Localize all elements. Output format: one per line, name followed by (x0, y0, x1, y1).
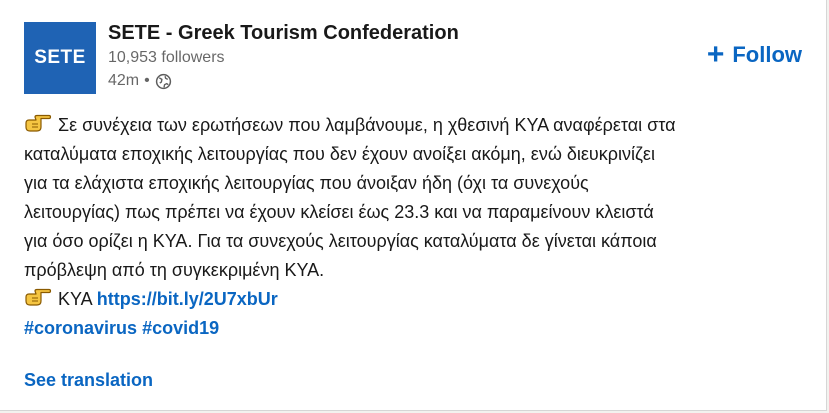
post-line: Σε συνέχεια των ερωτήσεων που λαμβάνουμε… (24, 111, 810, 140)
backhand-index-pointing-right-icon (25, 114, 52, 132)
globe-icon (155, 73, 171, 89)
post-text-line-2: καταλύματα εποχικής λειτουργίας που δεν … (24, 144, 655, 164)
meta-separator: • (144, 72, 150, 89)
post-meta: 42m • (108, 72, 172, 90)
plus-icon: + (706, 38, 725, 71)
hashtag-coronavirus[interactable]: #coronavirus (24, 318, 137, 338)
post-card: SETE SETE - Greek Tourism Confederation … (0, 0, 827, 411)
post-text-line-5: για όσο ορίζει η ΚΥΑ. Για τα συνεχούς λε… (24, 231, 657, 251)
post-text-line-1: Σε συνέχεια των ερωτήσεων που λαμβάνουμε… (58, 115, 676, 135)
company-logo[interactable]: SETE (24, 22, 96, 94)
company-name[interactable]: SETE - Greek Tourism Confederation (108, 22, 459, 45)
company-logo-text: SETE (34, 47, 86, 68)
see-translation-button[interactable]: See translation (24, 370, 153, 391)
hashtag-line: #coronavirus #covid19 (24, 314, 810, 343)
post-text-line-4: λειτουργίας) πως πρέπει να έχουν κλείσει… (24, 202, 654, 222)
post-text-line-6: πρόβλεψη από τη συγκεκριμένη ΚΥΑ. (24, 260, 325, 280)
link-prefix: ΚΥΑ (58, 289, 92, 309)
follow-label: Follow (732, 42, 802, 67)
post-text-line-3: για τα ελάχιστα εποχικής λειτουργίας που… (24, 173, 589, 193)
post-link[interactable]: https://bit.ly/2U7xbUr (97, 289, 278, 309)
post-body: Σε συνέχεια των ερωτήσεων που λαμβάνουμε… (24, 111, 810, 343)
hashtag-covid19[interactable]: #covid19 (142, 318, 219, 338)
follow-button[interactable]: + Follow (706, 38, 802, 71)
link-line: ΚΥΑ https://bit.ly/2U7xbUr (24, 285, 810, 314)
post-time: 42m (108, 72, 140, 89)
backhand-index-pointing-right-icon (25, 288, 52, 306)
follower-count: 10,953 followers (108, 49, 225, 66)
